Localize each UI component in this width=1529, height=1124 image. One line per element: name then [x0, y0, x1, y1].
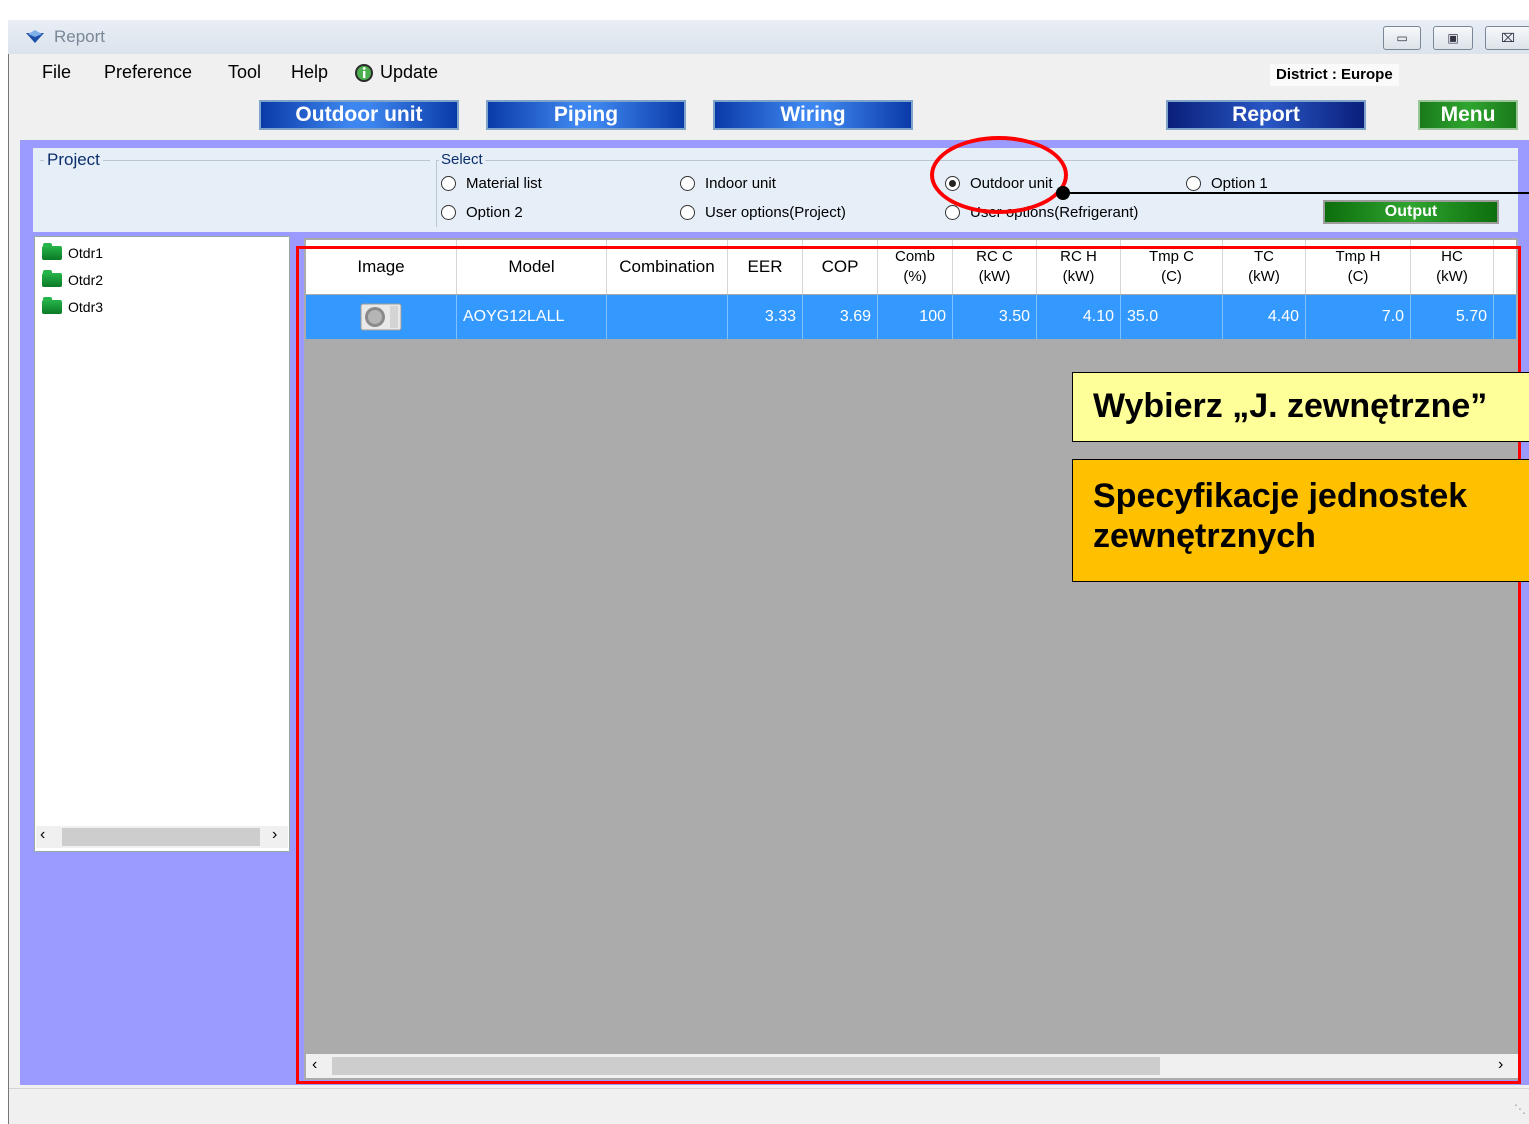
tree-item-label: Otdr2 [68, 272, 104, 288]
callout-line-1: Specyfikacje jednostek [1093, 477, 1468, 515]
radio-circle [441, 205, 456, 220]
folder-icon [42, 297, 62, 314]
tree-item-otdr1[interactable]: Otdr1 [42, 243, 104, 261]
tree-item-label: Otdr1 [68, 245, 104, 261]
callout-select-outdoor: Wybierz „J. zewnętrzne” [1072, 372, 1529, 442]
update-label: Update [380, 62, 439, 82]
info-icon [355, 63, 373, 82]
project-label: Project [44, 150, 103, 170]
menu-preference[interactable]: Preference [104, 62, 192, 83]
radio-material-list[interactable]: Material list [441, 175, 542, 192]
callout-specifications: Specyfikacje jednostek zewnętrznych [1072, 459, 1529, 582]
folder-icon [42, 243, 62, 260]
radio-label: Option 2 [466, 204, 523, 221]
title-bar[interactable] [8, 20, 1529, 54]
radio-indoor-unit[interactable]: Indoor unit [680, 175, 776, 192]
menu-help[interactable]: Help [291, 62, 328, 83]
tree-item-label: Otdr3 [68, 299, 104, 315]
project-tree [34, 236, 290, 852]
menu-file[interactable]: File [42, 62, 71, 83]
radio-label: Material list [466, 175, 542, 192]
tree-item-otdr2[interactable]: Otdr2 [42, 270, 104, 288]
piping-button[interactable]: Piping [486, 100, 686, 130]
tree-scroll-thumb[interactable] [62, 828, 260, 846]
menu-tool[interactable]: Tool [228, 62, 261, 83]
callout-line-2: zewnętrznych [1093, 517, 1316, 555]
radio-circle [945, 205, 960, 220]
radio-label: User options(Project) [705, 204, 846, 221]
menu-button[interactable]: Menu [1418, 100, 1518, 130]
project-group [40, 160, 430, 227]
radio-circle [441, 176, 456, 191]
restore-icon: ▣ [1447, 31, 1459, 45]
radio-circle [680, 176, 695, 191]
close-icon: ⌧ [1501, 31, 1515, 45]
radio-user-options-project[interactable]: User options(Project) [680, 204, 846, 221]
close-button[interactable]: ⌧ [1485, 26, 1529, 50]
select-label: Select [439, 151, 485, 168]
wiring-button[interactable]: Wiring [713, 100, 913, 130]
resize-grip-icon[interactable]: ⋱ [1514, 1102, 1526, 1116]
app-logo-icon [26, 30, 44, 43]
minimize-icon: ▭ [1396, 31, 1408, 45]
radio-label: Indoor unit [705, 175, 776, 192]
district-label: District : Europe [1270, 64, 1399, 86]
radio-option-2[interactable]: Option 2 [441, 204, 523, 221]
outdoor-unit-button[interactable]: Outdoor unit [259, 100, 459, 130]
menu-update[interactable]: Update [354, 62, 438, 83]
scroll-right-icon[interactable]: › [272, 826, 277, 844]
report-button[interactable]: Report [1166, 100, 1366, 130]
radio-option-1[interactable]: Option 1 [1186, 175, 1268, 192]
output-button[interactable]: Output [1323, 200, 1499, 224]
callout-connector [1062, 192, 1529, 194]
tree-item-otdr3[interactable]: Otdr3 [42, 297, 104, 315]
folder-icon [42, 270, 62, 287]
highlight-ellipse [930, 136, 1068, 214]
minimize-button[interactable]: ▭ [1383, 26, 1421, 50]
callout-dot [1056, 186, 1070, 200]
status-bar [9, 1088, 1529, 1124]
radio-circle [1186, 176, 1201, 191]
window-title: Report [54, 27, 106, 46]
radio-label: Option 1 [1211, 175, 1268, 192]
scroll-left-icon[interactable]: ‹ [40, 826, 45, 844]
restore-button[interactable]: ▣ [1433, 26, 1473, 50]
radio-circle [680, 205, 695, 220]
